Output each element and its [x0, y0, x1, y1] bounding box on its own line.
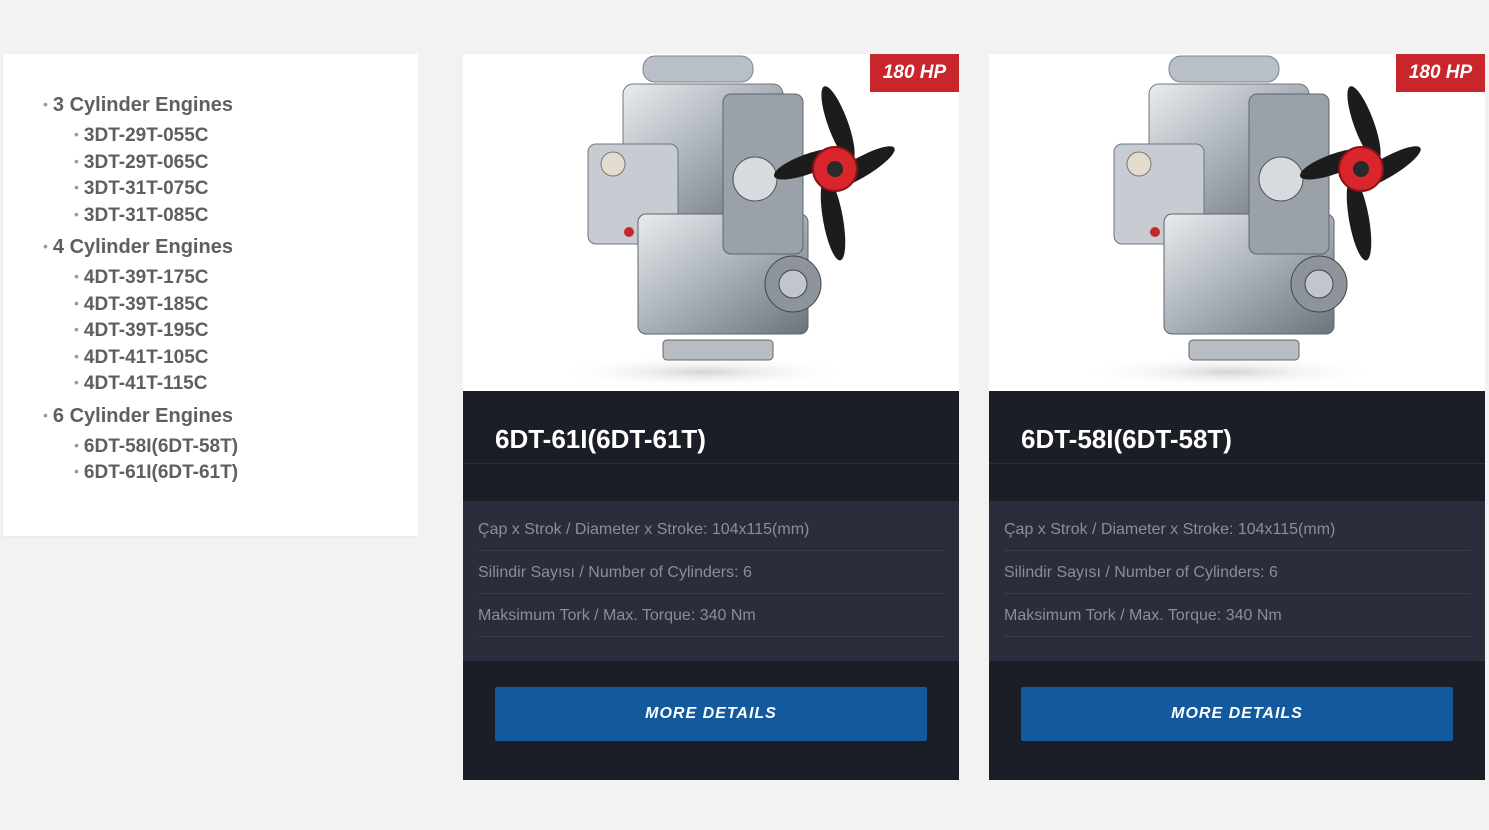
model-link[interactable]: • 4DT-41T-115C — [74, 371, 418, 398]
engine-image[interactable]: 180 HP — [463, 54, 959, 391]
hp-badge: 180 HP — [1396, 54, 1485, 92]
spec-row: Çap x Strok / Diameter x Stroke: 104x115… — [478, 508, 944, 551]
bullet-icon: • — [74, 347, 79, 364]
bullet-icon: • — [43, 406, 48, 423]
engine-icon — [553, 55, 895, 388]
category-link[interactable]: • 4 Cylinder Engines — [43, 234, 418, 265]
bullet-icon: • — [74, 321, 79, 337]
model-label: 4DT-39T-185C — [83, 293, 209, 315]
bullet-icon: • — [74, 179, 79, 195]
model-label: 3DT-31T-075C — [83, 178, 209, 199]
category-3-cylinder: • 3 Cylinder Engines • 3DT-29T-055C • 3DT-2… — [43, 92, 418, 232]
model-label: 4DT-41T-105C — [83, 346, 209, 368]
spec-row: Silindir Sayısı / Number of Cylinders: 6 — [478, 551, 944, 594]
model-link[interactable]: • 4DT-41T-105C — [74, 345, 418, 372]
model-label: 3DT-31T-085C — [83, 204, 209, 226]
bullet-icon: • — [74, 436, 79, 453]
model-list: • 6DT-58I(6DT-58T) • 6DT-61I(6DT-61T) — [43, 434, 418, 490]
model-link[interactable]: • 4DT-39T-175C — [74, 265, 418, 292]
model-label: 6DT-61I(6DT-61T) — [83, 462, 239, 483]
engine-icon — [1079, 55, 1421, 388]
spec-list: Çap x Strok / Diameter x Stroke: 104x115… — [989, 501, 1485, 661]
model-link[interactable]: • 4DT-39T-195C — [74, 318, 418, 345]
category-label: 4 Cylinder Engines — [52, 236, 233, 258]
model-label: 4DT-39T-195C — [83, 320, 209, 341]
category-sidebar: • 3 Cylinder Engines • 3DT-29T-055C • 3DT-2… — [3, 54, 418, 536]
model-link[interactable]: • 3DT-31T-075C — [74, 176, 418, 203]
bullet-icon: • — [74, 126, 79, 142]
category-label: 6 Cylinder Engines — [52, 404, 233, 427]
category-label: 3 Cylinder Engines — [52, 94, 233, 116]
model-link[interactable]: • 3DT-29T-065C — [74, 150, 418, 177]
spec-row: Maksimum Tork / Max. Torque: 340 Nm — [478, 594, 944, 637]
model-link[interactable]: • 3DT-29T-055C — [74, 123, 418, 150]
product-card: 180 HP 6DT-61I(6DT-61T) Çap x Strok / Di… — [463, 54, 959, 780]
model-link[interactable]: • 6DT-58I(6DT-58T) — [74, 434, 418, 461]
model-label: 4DT-39T-175C — [83, 267, 209, 288]
bullet-icon: • — [74, 463, 79, 479]
model-list: • 4DT-39T-175C • 4DT-39T-185C • 4DT-39T-195… — [43, 265, 418, 401]
model-link[interactable]: • 3DT-31T-085C — [74, 203, 418, 230]
product-title[interactable]: 6DT-61I(6DT-61T) — [463, 391, 959, 464]
model-label: 3DT-29T-055C — [83, 125, 209, 146]
category-link[interactable]: • 6 Cylinder Engines — [43, 403, 418, 434]
model-label: 4DT-41T-115C — [83, 373, 208, 394]
bullet-icon: • — [74, 268, 79, 284]
category-4-cylinder: • 4 Cylinder Engines • 4DT-39T-175C • 4DT-3… — [43, 234, 418, 401]
spec-row: Maksimum Tork / Max. Torque: 340 Nm — [1004, 594, 1470, 637]
spec-row: Silindir Sayısı / Number of Cylinders: 6 — [1004, 551, 1470, 594]
more-details-button[interactable]: MORE DETAILS — [1021, 687, 1453, 741]
category-list: • 3 Cylinder Engines • 3DT-29T-055C • 3DT-2… — [3, 54, 418, 490]
spec-row: Çap x Strok / Diameter x Stroke: 104x115… — [1004, 508, 1470, 551]
product-title[interactable]: 6DT-58I(6DT-58T) — [989, 391, 1485, 464]
engine-image[interactable]: 180 HP — [989, 54, 1485, 391]
category-6-cylinder: • 6 Cylinder Engines • 6DT-58I(6DT-58T) • 6… — [43, 403, 418, 490]
model-link[interactable]: • 4DT-39T-185C — [74, 292, 418, 319]
more-details-button[interactable]: MORE DETAILS — [495, 687, 927, 741]
bullet-icon: • — [43, 238, 48, 254]
hp-badge: 180 HP — [870, 54, 959, 92]
model-link[interactable]: • 6DT-61I(6DT-61T) — [74, 460, 418, 487]
bullet-icon: • — [74, 294, 79, 311]
product-card: 180 HP 6DT-58I(6DT-58T) Çap x Strok / Di… — [989, 54, 1485, 780]
model-label: 6DT-58I(6DT-58T) — [83, 435, 239, 457]
bullet-icon: • — [43, 96, 48, 112]
bullet-icon: • — [74, 205, 79, 222]
category-link[interactable]: • 3 Cylinder Engines — [43, 92, 418, 123]
page: • 3 Cylinder Engines • 3DT-29T-055C • 3DT-2… — [0, 0, 1489, 830]
bullet-icon: • — [74, 374, 79, 390]
model-list: • 3DT-29T-055C • 3DT-29T-065C • 3DT-31T-075… — [43, 123, 418, 232]
spec-list: Çap x Strok / Diameter x Stroke: 104x115… — [463, 501, 959, 661]
bullet-icon: • — [74, 152, 79, 169]
model-label: 3DT-29T-065C — [83, 151, 209, 173]
